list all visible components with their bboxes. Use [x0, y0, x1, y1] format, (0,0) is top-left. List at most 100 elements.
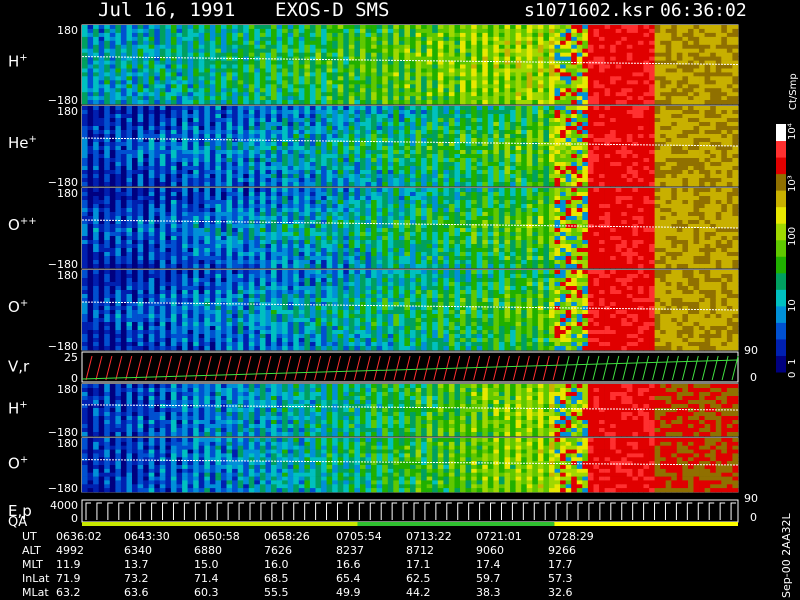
heat-cell [159, 100, 166, 105]
heat-cell [204, 138, 211, 143]
heat-cell [93, 40, 99, 46]
heat-cell [587, 44, 594, 50]
heat-cell [343, 80, 350, 85]
heat-cell [443, 48, 450, 53]
heat-cell [410, 40, 416, 46]
heat-cell [209, 174, 216, 179]
heat-cell [109, 96, 116, 101]
heat-cell [120, 170, 127, 175]
heat-cell [699, 126, 705, 131]
heat-cell [688, 52, 694, 57]
heat-cell [487, 80, 494, 85]
heat-cell [237, 52, 244, 57]
heat-cell [404, 44, 411, 50]
heat-cell [159, 170, 166, 175]
heat-cell [304, 88, 311, 93]
heat-cell [649, 162, 655, 167]
heat-cell [132, 146, 138, 151]
heat-cell [487, 96, 494, 101]
heat-cell [198, 106, 205, 111]
heat-cell [265, 84, 272, 89]
header-date: Jul 16, 1991 [98, 0, 235, 21]
heat-cell [365, 106, 372, 111]
heat-cell [309, 28, 316, 34]
heat-cell [549, 106, 555, 111]
heat-cell [159, 158, 166, 163]
heat-cell [243, 96, 250, 101]
heat-cell [182, 154, 188, 159]
heat-cell [371, 150, 377, 155]
heat-cell [665, 130, 672, 135]
heat-cell [654, 150, 661, 155]
heat-cell [148, 256, 155, 261]
heat-cell [315, 88, 322, 93]
heat-cell [660, 56, 667, 61]
heat-cell [254, 114, 261, 119]
heat-cell [649, 154, 655, 159]
heat-cell [404, 88, 411, 93]
heat-cell [226, 100, 233, 105]
heat-cell [109, 76, 116, 81]
heat-cell [376, 158, 383, 163]
heat-cell [532, 100, 539, 105]
heat-cell [726, 52, 733, 57]
heat-cell [343, 92, 350, 97]
heat-cell [515, 68, 522, 73]
heat-cell [293, 40, 300, 46]
heat-cell [321, 60, 327, 65]
heat-cell [354, 25, 361, 30]
heat-cell [726, 158, 733, 163]
heat-cell [265, 134, 272, 139]
heat-cell [120, 60, 127, 65]
heat-cell [276, 150, 283, 155]
heat-cell [571, 80, 578, 85]
heat-cell [715, 80, 722, 85]
heat-cell [599, 114, 605, 119]
heat-cell [521, 44, 528, 50]
heat-cell [454, 28, 461, 34]
heat-cell [704, 154, 711, 159]
heat-cell [248, 100, 255, 105]
heat-cell [688, 40, 694, 46]
heat-cell [682, 100, 689, 105]
heat-cell [132, 52, 138, 57]
heat-cell [387, 114, 394, 119]
heat-cell [132, 162, 138, 167]
heat-cell [104, 40, 111, 46]
heat-cell [304, 40, 311, 46]
heat-cell [226, 166, 233, 171]
heat-cell [132, 240, 138, 245]
heat-cell [265, 60, 272, 65]
heat-cell [371, 88, 377, 93]
heat-cell [537, 170, 544, 175]
heat-cell [271, 72, 277, 77]
heat-cell [87, 182, 94, 187]
heat-cell [348, 68, 355, 73]
heat-cell [604, 80, 611, 85]
header-instrument: EXOS-D SMS [275, 0, 389, 21]
heat-cell [643, 32, 650, 38]
heat-cell [143, 232, 150, 237]
heat-cell [204, 88, 211, 93]
heat-cell [82, 56, 88, 61]
heat-cell [209, 56, 216, 61]
heat-cell [376, 44, 383, 50]
heat-cell [98, 130, 105, 135]
heat-cell [732, 146, 739, 151]
heat-cell [693, 162, 700, 167]
heat-cell [626, 72, 633, 77]
heat-cell [726, 126, 733, 131]
heat-cell [587, 114, 594, 119]
heat-cell [643, 96, 650, 101]
heat-cell [282, 40, 288, 46]
heat-cell [732, 56, 739, 61]
heat-cell [660, 80, 667, 85]
heat-cell [410, 48, 416, 53]
heat-cell [82, 64, 88, 69]
heat-cell [426, 182, 433, 187]
heat-cell [343, 110, 350, 115]
heat-cell [337, 154, 344, 159]
heat-cell [521, 166, 528, 171]
heat-cell [537, 166, 544, 171]
heat-cell [515, 134, 522, 139]
